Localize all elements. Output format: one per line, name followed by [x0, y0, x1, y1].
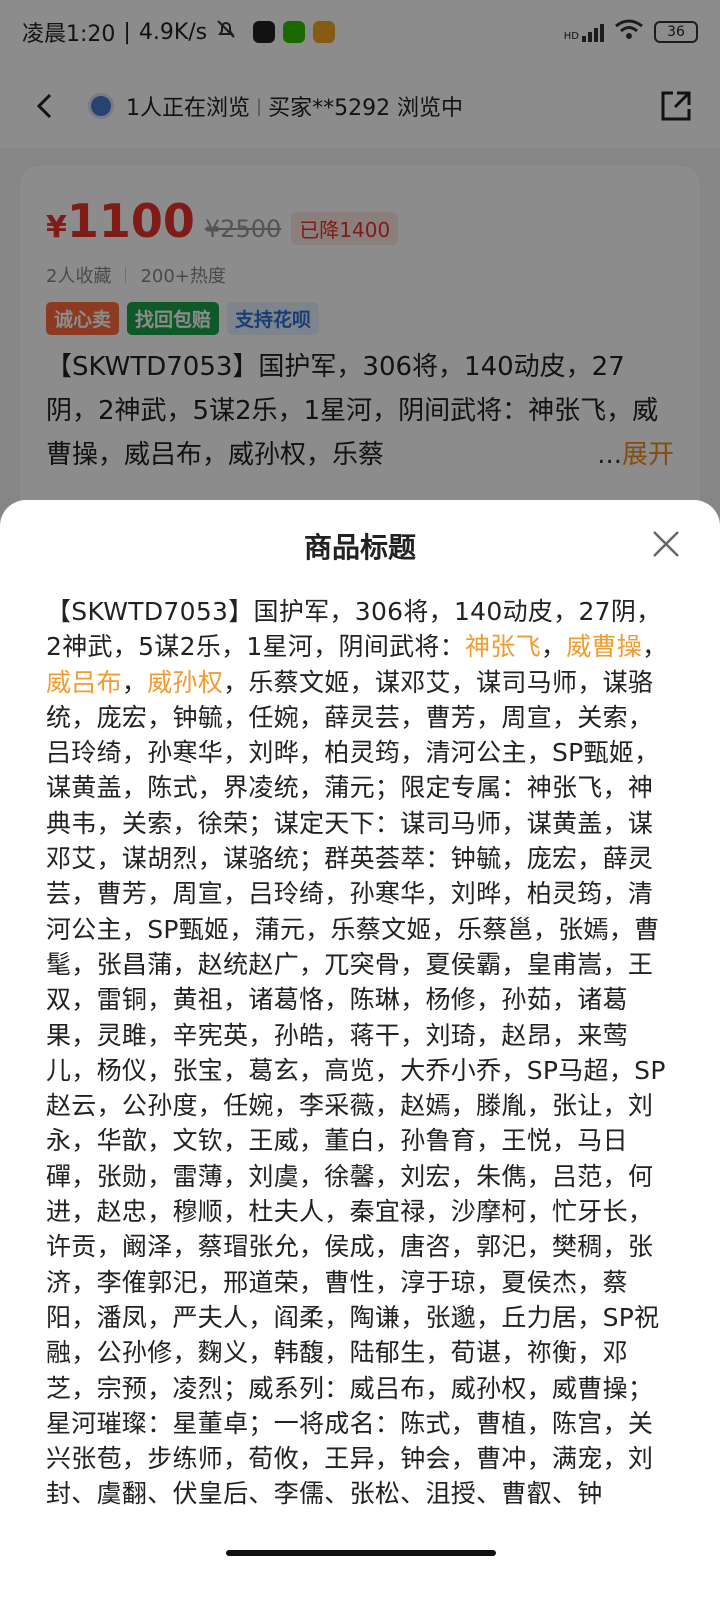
highlight-hero-2: 威曹操 — [566, 632, 643, 662]
close-icon[interactable] — [650, 528, 682, 560]
highlight-hero-4: 威孙权 — [147, 667, 224, 697]
highlight-hero-1: 神张飞 — [465, 632, 541, 662]
title-bottom-sheet: 商品标题 【SKWTD7053】国护军，306将，140动皮，27阴，2神武，5… — [0, 500, 720, 1601]
sheet-title: 商品标题 — [303, 531, 416, 564]
home-indicator[interactable] — [226, 1550, 496, 1556]
full-title-text: 【SKWTD7053】国护军，306将，140动皮，27阴，2神武，5谋2乐，1… — [46, 597, 668, 1509]
highlight-hero-3: 威吕布 — [46, 667, 122, 697]
